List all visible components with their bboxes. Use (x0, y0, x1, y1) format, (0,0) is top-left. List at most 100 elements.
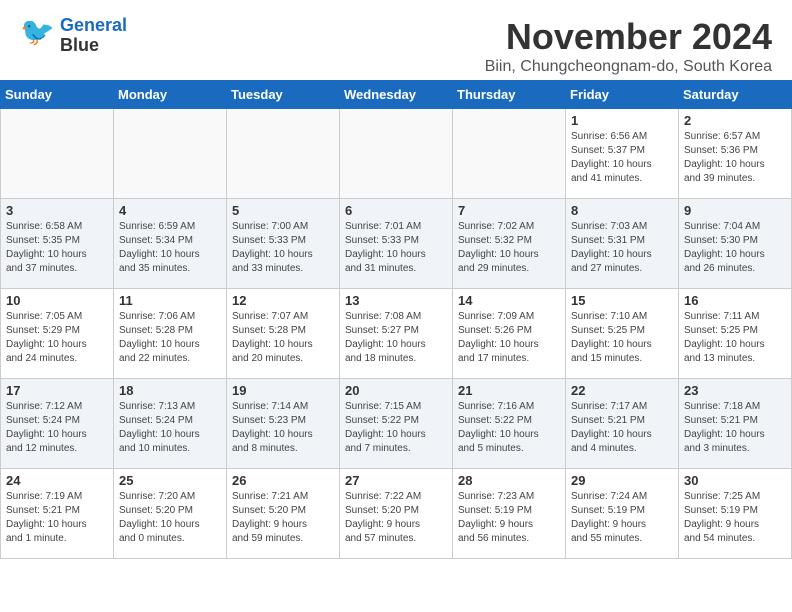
empty-day-cell (1, 109, 114, 199)
day-info: Sunrise: 7:06 AM Sunset: 5:28 PM Dayligh… (119, 310, 221, 366)
day-cell: 2Sunrise: 6:57 AM Sunset: 5:36 PM Daylig… (679, 109, 792, 199)
week-row: 24 Sunrise: 7:19 AM Sunset: 5:21 PM Dayli… (1, 469, 792, 559)
day-info: Sunrise: 7:12 AM Sunset: 5:24 PM Dayligh… (6, 400, 108, 456)
day-info: Sunrise: 6:56 AM Sunset: 5:37 PM Dayligh… (571, 130, 673, 186)
day-info: Sunrise: 7:10 AM Sunset: 5:25 PM Dayligh… (571, 310, 673, 366)
day-info: Sunrise: 7:08 AM Sunset: 5:27 PM Dayligh… (345, 310, 447, 366)
day-number: 3 (6, 203, 108, 218)
day-number: 27 (345, 473, 447, 488)
day-info: Sunrise: 7:25 AM Sunset: 5:19 PM Dayligh… (684, 490, 786, 546)
day-number: 9 (684, 203, 786, 218)
empty-day-cell (227, 109, 340, 199)
day-cell: 14 Sunrise: 7:09 AM Sunset: 5:26 PM Dayli… (453, 289, 566, 379)
day-info: Sunrise: 7:16 AM Sunset: 5:22 PM Dayligh… (458, 400, 560, 456)
week-row: 3 Sunrise: 6:58 AM Sunset: 5:35 PM Daylig… (1, 199, 792, 289)
title-block: November 2024 Biin, Chungcheongnam-do, S… (485, 16, 772, 76)
day-info: Sunrise: 7:18 AM Sunset: 5:21 PM Dayligh… (684, 400, 786, 456)
day-cell: 30Sunrise: 7:25 AM Sunset: 5:19 PM Dayli… (679, 469, 792, 559)
day-info: Sunrise: 7:24 AM Sunset: 5:19 PM Dayligh… (571, 490, 673, 546)
day-cell: 21Sunrise: 7:16 AM Sunset: 5:22 PM Dayli… (453, 379, 566, 469)
day-info: Sunrise: 7:04 AM Sunset: 5:30 PM Dayligh… (684, 220, 786, 276)
day-info: Sunrise: 7:00 AM Sunset: 5:33 PM Dayligh… (232, 220, 334, 276)
calendar-table: SundayMondayTuesdayWednesdayThursdayFrid… (0, 80, 792, 559)
day-info: Sunrise: 7:02 AM Sunset: 5:32 PM Dayligh… (458, 220, 560, 276)
day-info: Sunrise: 7:05 AM Sunset: 5:29 PM Dayligh… (6, 310, 108, 366)
day-cell: 28 Sunrise: 7:23 AM Sunset: 5:19 PM Dayli… (453, 469, 566, 559)
day-info: Sunrise: 7:15 AM Sunset: 5:22 PM Dayligh… (345, 400, 447, 456)
day-number: 8 (571, 203, 673, 218)
weekday-header: Monday (114, 81, 227, 109)
day-cell: 3 Sunrise: 6:58 AM Sunset: 5:35 PM Daylig… (1, 199, 114, 289)
day-info: Sunrise: 7:19 AM Sunset: 5:21 PM Dayligh… (6, 490, 108, 546)
day-number: 20 (345, 383, 447, 398)
day-info: Sunrise: 7:14 AM Sunset: 5:23 PM Dayligh… (232, 400, 334, 456)
weekday-header: Tuesday (227, 81, 340, 109)
empty-day-cell (114, 109, 227, 199)
day-cell: 9 Sunrise: 7:04 AM Sunset: 5:30 PM Daylig… (679, 199, 792, 289)
day-number: 15 (571, 293, 673, 308)
day-cell: 4Sunrise: 6:59 AM Sunset: 5:34 PM Daylig… (114, 199, 227, 289)
day-number: 17 (6, 383, 108, 398)
week-row: 17 Sunrise: 7:12 AM Sunset: 5:24 PM Dayli… (1, 379, 792, 469)
day-cell: 26Sunrise: 7:21 AM Sunset: 5:20 PM Dayli… (227, 469, 340, 559)
empty-day-cell (340, 109, 453, 199)
week-row: 1 Sunrise: 6:56 AM Sunset: 5:37 PM Daylig… (1, 109, 792, 199)
day-info: Sunrise: 7:22 AM Sunset: 5:20 PM Dayligh… (345, 490, 447, 546)
calendar-header-row: SundayMondayTuesdayWednesdayThursdayFrid… (1, 81, 792, 109)
day-info: Sunrise: 7:07 AM Sunset: 5:28 PM Dayligh… (232, 310, 334, 366)
day-cell: 15 Sunrise: 7:10 AM Sunset: 5:25 PM Dayli… (566, 289, 679, 379)
day-cell: 20 Sunrise: 7:15 AM Sunset: 5:22 PM Dayli… (340, 379, 453, 469)
weekday-header: Friday (566, 81, 679, 109)
day-number: 10 (6, 293, 108, 308)
day-number: 16 (684, 293, 786, 308)
day-info: Sunrise: 6:57 AM Sunset: 5:36 PM Dayligh… (684, 130, 786, 186)
day-number: 25 (119, 473, 221, 488)
empty-day-cell (453, 109, 566, 199)
day-number: 12 (232, 293, 334, 308)
day-number: 4 (119, 203, 221, 218)
day-number: 7 (458, 203, 560, 218)
day-info: Sunrise: 7:23 AM Sunset: 5:19 PM Dayligh… (458, 490, 560, 546)
day-number: 22 (571, 383, 673, 398)
logo: 🐦 GeneralBlue (20, 16, 127, 56)
logo-text: GeneralBlue (60, 16, 127, 56)
day-info: Sunrise: 6:58 AM Sunset: 5:35 PM Dayligh… (6, 220, 108, 276)
day-number: 23 (684, 383, 786, 398)
weekday-header: Saturday (679, 81, 792, 109)
day-cell: 7 Sunrise: 7:02 AM Sunset: 5:32 PM Daylig… (453, 199, 566, 289)
day-info: Sunrise: 7:13 AM Sunset: 5:24 PM Dayligh… (119, 400, 221, 456)
day-number: 24 (6, 473, 108, 488)
weekday-header: Thursday (453, 81, 566, 109)
day-number: 11 (119, 293, 221, 308)
day-number: 6 (345, 203, 447, 218)
day-number: 29 (571, 473, 673, 488)
day-info: Sunrise: 7:11 AM Sunset: 5:25 PM Dayligh… (684, 310, 786, 366)
day-cell: 10 Sunrise: 7:05 AM Sunset: 5:29 PM Dayli… (1, 289, 114, 379)
day-cell: 16 Sunrise: 7:11 AM Sunset: 5:25 PM Dayli… (679, 289, 792, 379)
day-cell: 8Sunrise: 7:03 AM Sunset: 5:31 PM Daylig… (566, 199, 679, 289)
day-number: 1 (571, 113, 673, 128)
day-number: 13 (345, 293, 447, 308)
day-cell: 12 Sunrise: 7:07 AM Sunset: 5:28 PM Dayli… (227, 289, 340, 379)
day-cell: 13 Sunrise: 7:08 AM Sunset: 5:27 PM Dayli… (340, 289, 453, 379)
day-info: Sunrise: 7:09 AM Sunset: 5:26 PM Dayligh… (458, 310, 560, 366)
day-cell: 24 Sunrise: 7:19 AM Sunset: 5:21 PM Dayli… (1, 469, 114, 559)
page-header: 🐦 GeneralBlue November 2024 Biin, Chungc… (0, 0, 792, 80)
day-cell: 1 Sunrise: 6:56 AM Sunset: 5:37 PM Daylig… (566, 109, 679, 199)
day-cell: 18 Sunrise: 7:13 AM Sunset: 5:24 PM Dayli… (114, 379, 227, 469)
day-number: 14 (458, 293, 560, 308)
location: Biin, Chungcheongnam-do, South Korea (485, 58, 772, 76)
day-cell: 25Sunrise: 7:20 AM Sunset: 5:20 PM Dayli… (114, 469, 227, 559)
day-number: 19 (232, 383, 334, 398)
day-cell: 5Sunrise: 7:00 AM Sunset: 5:33 PM Daylig… (227, 199, 340, 289)
day-cell: 11 Sunrise: 7:06 AM Sunset: 5:28 PM Dayli… (114, 289, 227, 379)
day-number: 18 (119, 383, 221, 398)
day-cell: 17 Sunrise: 7:12 AM Sunset: 5:24 PM Dayli… (1, 379, 114, 469)
day-cell: 27 Sunrise: 7:22 AM Sunset: 5:20 PM Dayli… (340, 469, 453, 559)
day-cell: 6Sunrise: 7:01 AM Sunset: 5:33 PM Daylig… (340, 199, 453, 289)
day-info: Sunrise: 7:17 AM Sunset: 5:21 PM Dayligh… (571, 400, 673, 456)
day-cell: 19 Sunrise: 7:14 AM Sunset: 5:23 PM Dayli… (227, 379, 340, 469)
svg-text:🐦: 🐦 (20, 21, 55, 47)
day-number: 28 (458, 473, 560, 488)
day-cell: 29 Sunrise: 7:24 AM Sunset: 5:19 PM Dayli… (566, 469, 679, 559)
